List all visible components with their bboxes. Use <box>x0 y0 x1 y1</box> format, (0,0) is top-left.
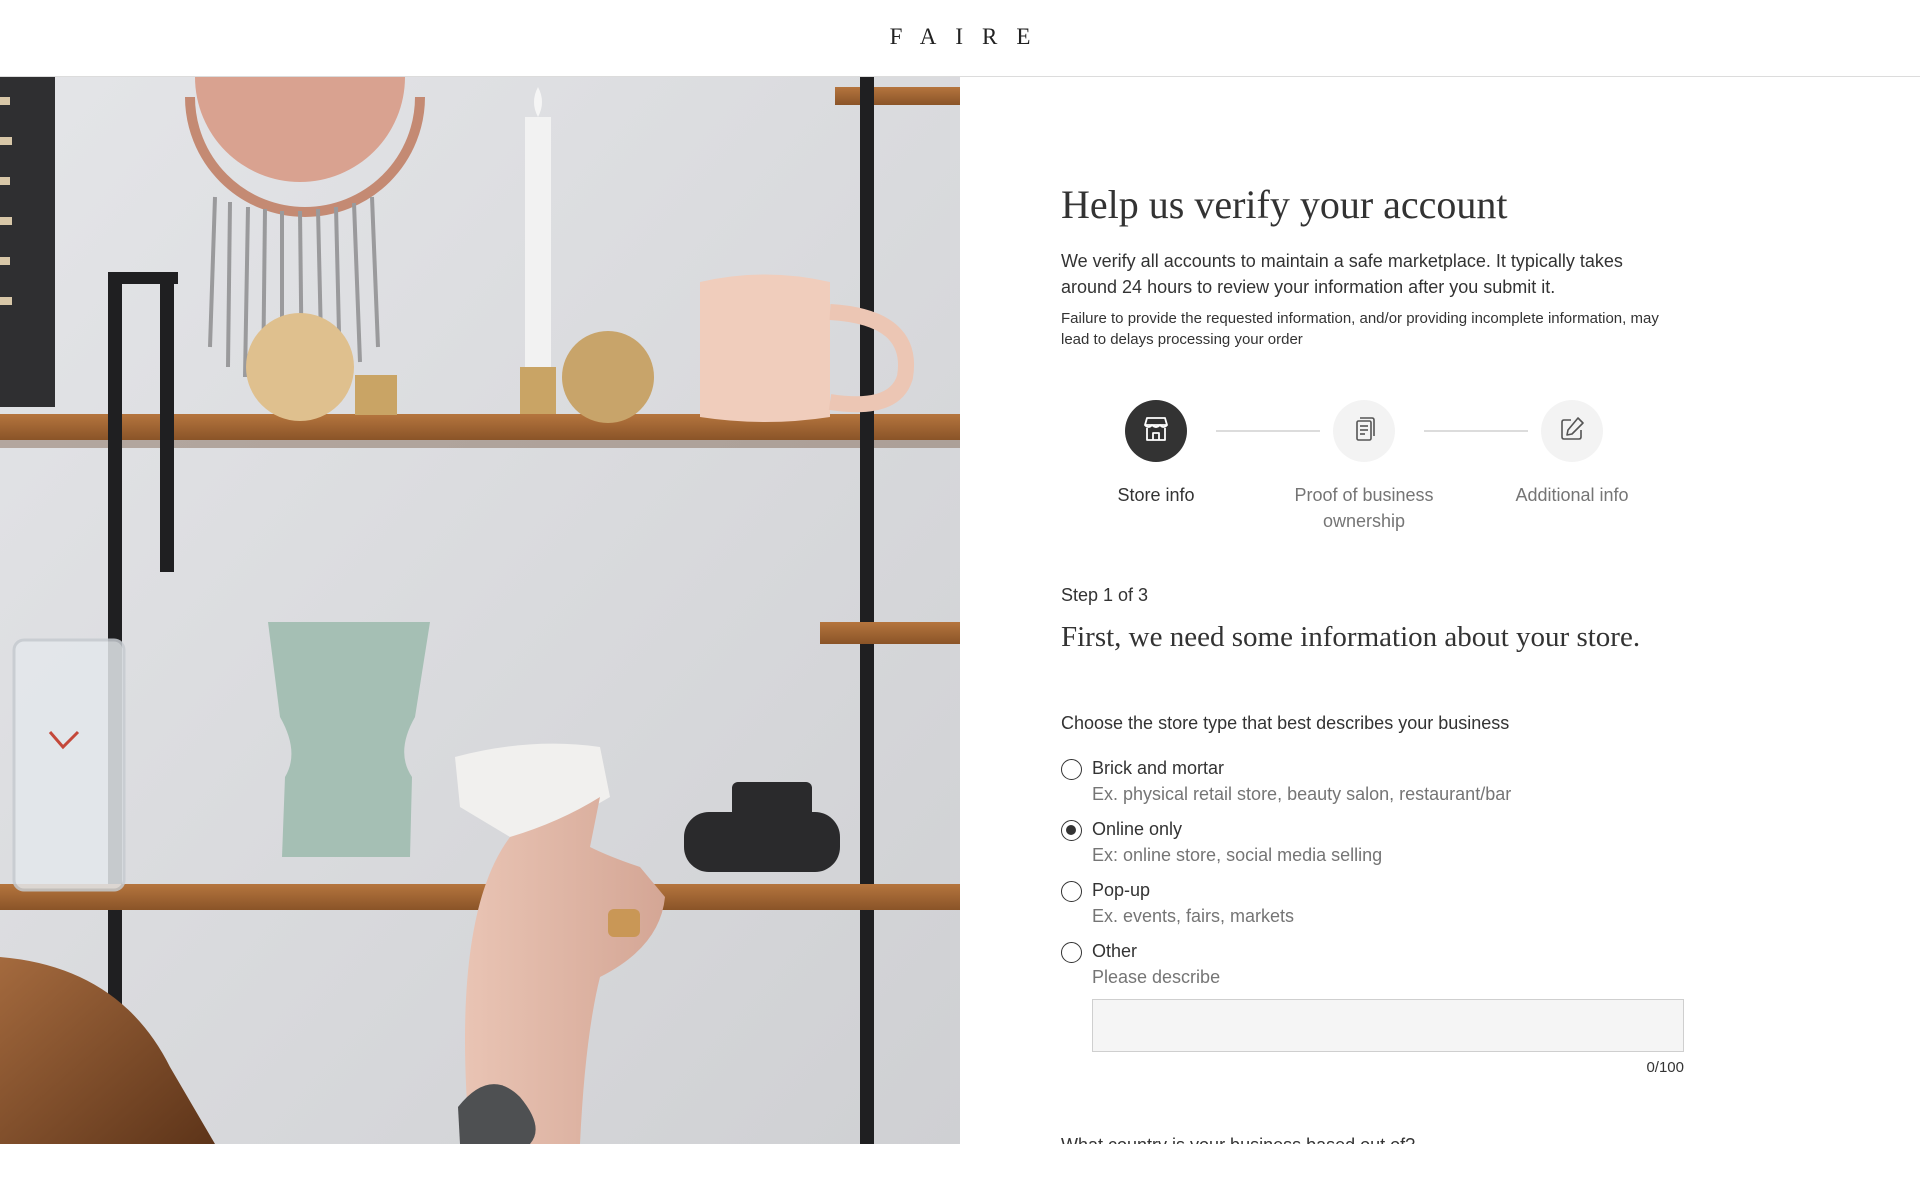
option-description: Ex. physical retail store, beauty salon,… <box>1092 784 1512 804</box>
step-additional-info[interactable]: Additional info <box>1477 400 1667 508</box>
top-header: FAIRE <box>0 0 1920 77</box>
option-description: Please describe <box>1092 967 1221 987</box>
page-title: Help us verify your account <box>1061 182 1508 227</box>
hero-image <box>0 77 960 1144</box>
option-description: Ex. events, fairs, markets <box>1092 906 1295 926</box>
warning-note: Failure to provide the requested informa… <box>1061 310 1659 348</box>
storefront-icon <box>1141 414 1171 449</box>
character-counter: 0/100 <box>1646 1059 1684 1076</box>
option-label: Brick and mortar <box>1092 758 1225 778</box>
step-store-info[interactable]: Store info <box>1061 400 1251 508</box>
step-count: Step 1 of 3 <box>1061 585 1149 605</box>
store-type-option-online-only[interactable]: Online only Ex: online store, social med… <box>1061 819 1661 879</box>
radio-button[interactable] <box>1061 820 1082 841</box>
section-title: First, we need some information about yo… <box>1061 621 1641 653</box>
step-proof-of-ownership[interactable]: Proof of business ownership <box>1269 400 1459 534</box>
step-circle <box>1333 400 1395 462</box>
store-type-question: Choose the store type that best describe… <box>1061 713 1510 733</box>
store-type-option-pop-up[interactable]: Pop-up Ex. events, fairs, markets <box>1061 880 1661 940</box>
option-label: Pop-up <box>1092 880 1151 900</box>
step-label: Store info <box>1117 485 1195 505</box>
radio-button[interactable] <box>1061 881 1082 902</box>
step-label: Additional info <box>1515 485 1629 505</box>
faire-logo[interactable]: FAIRE <box>0 24 1920 50</box>
edit-icon <box>1557 414 1587 449</box>
option-description: Ex: online store, social media selling <box>1092 845 1383 865</box>
step-circle <box>1541 400 1603 462</box>
radio-button[interactable] <box>1061 759 1082 780</box>
step-label: Proof of business ownership <box>1294 485 1434 531</box>
option-label: Other <box>1092 941 1138 961</box>
document-icon <box>1349 414 1379 449</box>
verification-panel: Help us verify your account We verify al… <box>960 77 1920 1144</box>
store-type-option-brick-and-mortar[interactable]: Brick and mortar Ex. physical retail sto… <box>1061 758 1661 818</box>
intro-text: We verify all accounts to maintain a saf… <box>1061 251 1623 297</box>
store-type-option-other[interactable]: Other Please describe <box>1061 941 1661 1001</box>
country-question: What country is your business based out … <box>1061 1135 1415 1144</box>
option-label: Online only <box>1092 819 1183 839</box>
step-circle <box>1125 400 1187 462</box>
other-description-input[interactable] <box>1092 999 1684 1052</box>
radio-button[interactable] <box>1061 942 1082 963</box>
progress-stepper: Store info Proof of business ownership A… <box>1061 400 1661 540</box>
